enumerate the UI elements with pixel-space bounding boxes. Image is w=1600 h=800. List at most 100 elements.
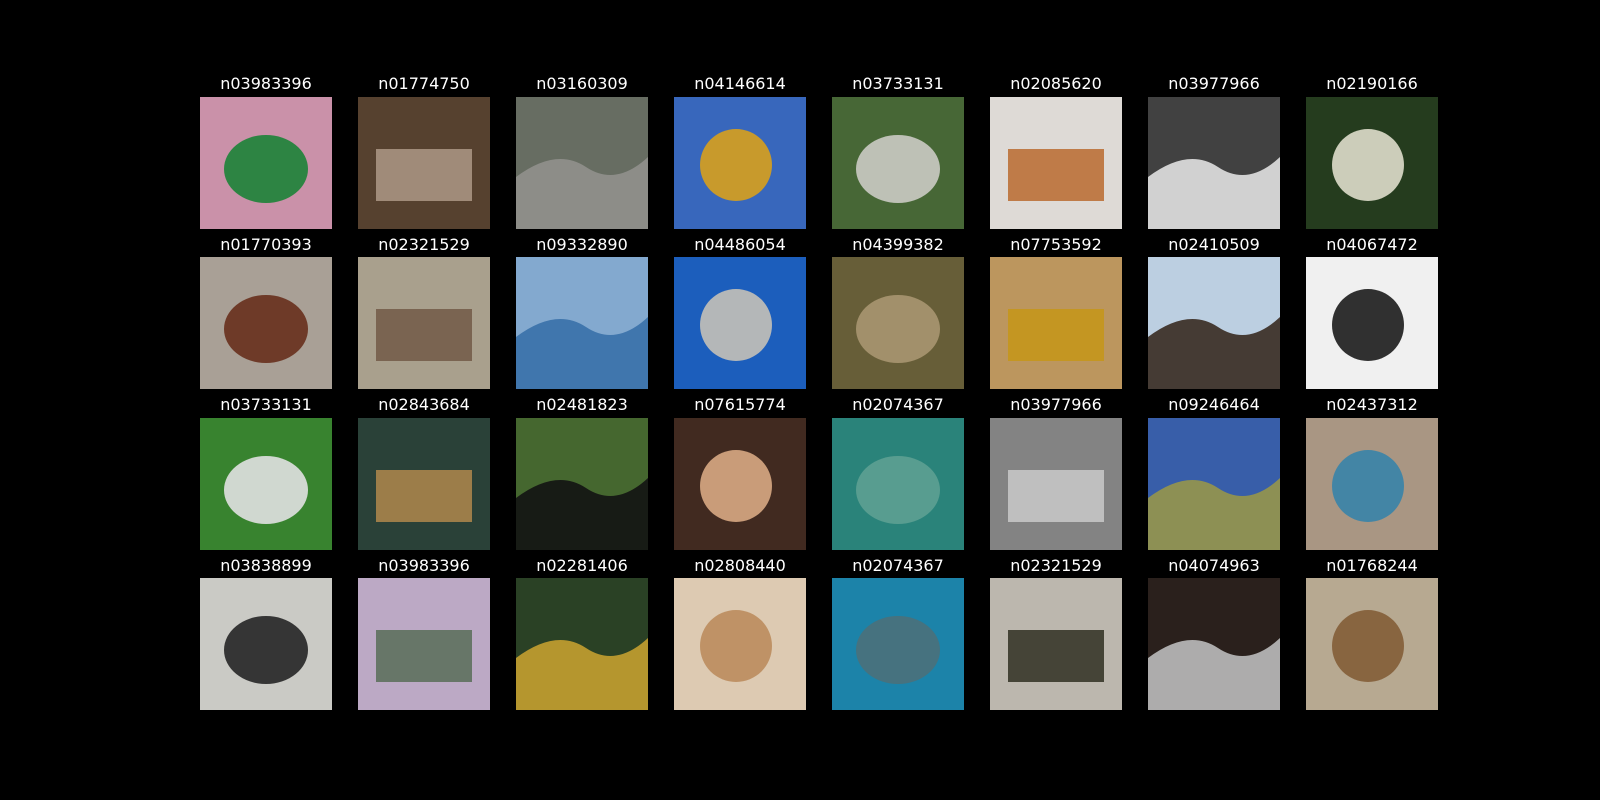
- thumbnail-picture: [990, 417, 1122, 550]
- image-thumbnail: [358, 417, 490, 550]
- image-label: n03977966: [1168, 74, 1260, 93]
- image-cell: n02321529: [358, 233, 490, 394]
- image-thumbnail: [358, 96, 490, 229]
- thumbnail-picture: [990, 96, 1122, 229]
- image-thumbnail: [1306, 96, 1438, 229]
- image-cell: n04074963: [1148, 554, 1280, 715]
- image-label: n02074367: [852, 395, 944, 414]
- image-cell: n01774750: [358, 72, 490, 233]
- image-cell: n07753592: [990, 233, 1122, 394]
- image-thumbnail: [832, 96, 964, 229]
- image-cell: n07615774: [674, 393, 806, 554]
- image-cell: n03160309: [516, 72, 648, 233]
- image-label: n03733131: [220, 395, 312, 414]
- image-label: n04067472: [1326, 234, 1418, 254]
- thumbnail-picture: [200, 417, 332, 550]
- image-label: n01768244: [1326, 555, 1418, 575]
- thumbnail-picture: [516, 578, 648, 710]
- thumbnail-picture: [1306, 417, 1438, 550]
- thumbnail-picture: [516, 417, 648, 550]
- thumbnail-picture: [832, 96, 964, 229]
- image-label: n02281406: [536, 555, 628, 575]
- thumbnail-picture: [990, 257, 1122, 389]
- image-cell: n09332890: [516, 233, 648, 394]
- image-thumbnail: [1148, 417, 1280, 550]
- image-thumbnail: [1148, 578, 1280, 710]
- image-thumbnail: [1306, 417, 1438, 550]
- thumbnail-picture: [358, 417, 490, 550]
- image-cell: n03977966: [990, 393, 1122, 554]
- thumbnail-picture: [1148, 417, 1280, 550]
- image-cell: n02843684: [358, 393, 490, 554]
- image-thumbnail: [832, 417, 964, 550]
- thumbnail-picture: [832, 257, 964, 389]
- image-label: n04399382: [852, 234, 944, 254]
- image-label: n03733131: [852, 74, 944, 93]
- thumbnail-picture: [1306, 578, 1438, 710]
- thumbnail-picture: [674, 417, 806, 550]
- image-label: n03983396: [378, 555, 470, 575]
- image-thumbnail: [516, 578, 648, 710]
- thumbnail-picture: [358, 257, 490, 389]
- image-thumbnail: [200, 417, 332, 550]
- image-label: n02437312: [1326, 395, 1418, 414]
- image-thumbnail: [516, 417, 648, 550]
- image-label: n02481823: [536, 395, 628, 414]
- image-label: n04146614: [694, 74, 786, 93]
- image-label: n04074963: [1168, 555, 1260, 575]
- image-label: n01770393: [220, 234, 312, 254]
- thumbnail-picture: [832, 417, 964, 550]
- image-label: n07753592: [1010, 234, 1102, 254]
- image-label: n02074367: [852, 555, 944, 575]
- image-label: n03838899: [220, 555, 312, 575]
- image-cell: n02321529: [990, 554, 1122, 715]
- thumbnail-picture: [674, 96, 806, 229]
- image-thumbnail: [674, 417, 806, 550]
- image-thumbnail: [1148, 257, 1280, 389]
- thumbnail-picture: [1306, 96, 1438, 229]
- image-thumbnail: [674, 578, 806, 710]
- image-label: n07615774: [694, 395, 786, 414]
- thumbnail-picture: [832, 578, 964, 710]
- image-thumbnail: [1306, 578, 1438, 710]
- image-cell: n03983396: [200, 72, 332, 233]
- image-thumbnail: [358, 578, 490, 710]
- image-label: n03983396: [220, 74, 312, 93]
- image-cell: n04067472: [1306, 233, 1438, 394]
- thumbnail-picture: [200, 578, 332, 710]
- image-thumbnail: [990, 417, 1122, 550]
- image-thumbnail: [1306, 257, 1438, 389]
- image-cell: n02437312: [1306, 393, 1438, 554]
- image-label: n03977966: [1010, 395, 1102, 414]
- image-cell: n03983396: [358, 554, 490, 715]
- image-label: n02410509: [1168, 234, 1260, 254]
- image-thumbnail: [674, 96, 806, 229]
- image-cell: n03733131: [832, 72, 964, 233]
- thumbnail-picture: [516, 96, 648, 229]
- image-label: n02321529: [1010, 555, 1102, 575]
- image-cell: n01768244: [1306, 554, 1438, 715]
- image-label: n02808440: [694, 555, 786, 575]
- image-cell: n04399382: [832, 233, 964, 394]
- image-cell: n02281406: [516, 554, 648, 715]
- thumbnail-picture: [358, 96, 490, 229]
- image-cell: n03733131: [200, 393, 332, 554]
- thumbnail-picture: [1148, 257, 1280, 389]
- thumbnail-picture: [358, 578, 490, 710]
- image-thumbnail: [200, 578, 332, 710]
- image-thumbnail: [990, 257, 1122, 389]
- image-cell: n03977966: [1148, 72, 1280, 233]
- image-cell: n02074367: [832, 393, 964, 554]
- image-label: n01774750: [378, 74, 470, 93]
- image-label: n09332890: [536, 234, 628, 254]
- image-cell: n09246464: [1148, 393, 1280, 554]
- image-cell: n02085620: [990, 72, 1122, 233]
- image-cell: n02074367: [832, 554, 964, 715]
- image-thumbnail: [516, 96, 648, 229]
- image-grid: n03983396 n01774750 n03160309 n04146614 n037…: [200, 72, 1438, 714]
- image-thumbnail: [358, 257, 490, 389]
- image-thumbnail: [832, 257, 964, 389]
- image-cell: n02410509: [1148, 233, 1280, 394]
- image-cell: n04146614: [674, 72, 806, 233]
- thumbnail-picture: [200, 96, 332, 229]
